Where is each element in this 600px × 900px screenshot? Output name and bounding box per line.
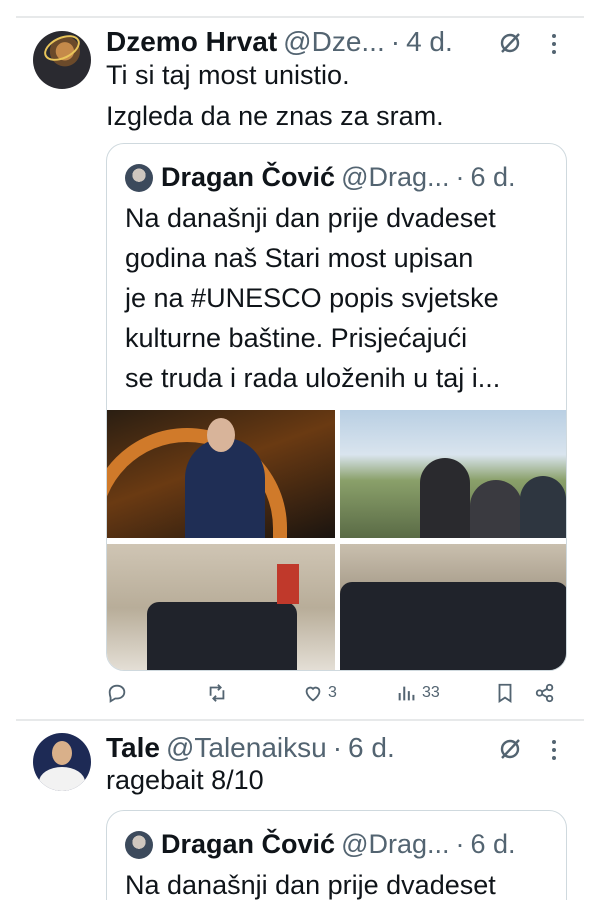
quote-header: Dragan Čović @Drag... · 6 d. bbox=[125, 829, 516, 860]
separator-dot: · bbox=[455, 829, 465, 859]
repost-icon bbox=[209, 684, 225, 702]
quote-timestamp: 6 d. bbox=[470, 162, 516, 192]
timestamp[interactable]: 4 d. bbox=[406, 26, 453, 58]
quote-author-name: Dragan Čović bbox=[161, 162, 336, 192]
photo-speech-at-bridge[interactable] bbox=[107, 410, 335, 538]
quote-header: Dragan Čović @Drag... · 6 d. bbox=[125, 162, 516, 193]
tweet-text: ragebait 8/10 bbox=[106, 760, 264, 801]
quote-text-line: se truda i rada uloženih u taj i... bbox=[125, 363, 501, 393]
tweet-actions: 3 33 bbox=[106, 682, 558, 712]
quote-avatar bbox=[125, 163, 153, 192]
photo-group-at-ruins[interactable] bbox=[107, 544, 335, 670]
reply-icon bbox=[108, 684, 126, 703]
quote-author-handle: @Drag... bbox=[341, 162, 450, 192]
views-icon bbox=[398, 686, 415, 701]
tweet-text-line: Izgleda da ne znas za sram. bbox=[106, 101, 444, 131]
views-count: 33 bbox=[422, 684, 440, 701]
quote-timestamp: 6 d. bbox=[470, 829, 516, 859]
quote-text: Na današnji dan prije dvadeset godina na… bbox=[125, 198, 565, 398]
quote-text-line: je na #UNESCO popis svjetske bbox=[125, 283, 499, 313]
views-button[interactable]: 33 bbox=[396, 682, 440, 704]
share-icon bbox=[535, 683, 554, 703]
more-options-icon[interactable] bbox=[549, 737, 559, 768]
reply-button[interactable] bbox=[106, 682, 132, 704]
quote-text-line: Na današnji dan prije dvadeset bbox=[125, 870, 496, 900]
author-handle[interactable]: @Dze... bbox=[283, 26, 385, 58]
quote-text-line: Na današnji dan prije dvadeset bbox=[125, 203, 496, 233]
top-divider bbox=[16, 16, 584, 18]
bookmark-icon bbox=[498, 683, 512, 703]
share-button[interactable] bbox=[534, 682, 556, 704]
tweet-header: Dzemo Hrvat @Dze... · 4 d. bbox=[106, 26, 453, 58]
quote-author-handle: @Drag... bbox=[341, 829, 450, 859]
quote-text: Na današnji dan prije dvadeset bbox=[125, 865, 565, 900]
tweet-text: Ti si taj most unistio. Izgleda da ne zn… bbox=[106, 55, 444, 137]
quote-text-line: kulturne baštine. Prisjećajući bbox=[125, 323, 468, 353]
tweet-text-line: Ti si taj most unistio. bbox=[106, 60, 350, 90]
author-name[interactable]: Dzemo Hrvat bbox=[106, 26, 277, 58]
repost-button[interactable] bbox=[206, 682, 232, 704]
separator-dot: · bbox=[455, 162, 465, 192]
quote-text-line: godina naš Stari most upisan bbox=[125, 243, 474, 273]
photo-men-by-river[interactable] bbox=[340, 410, 566, 538]
quote-author-name: Dragan Čović bbox=[161, 829, 336, 859]
quote-avatar bbox=[125, 830, 153, 859]
quoted-tweet[interactable]: Dragan Čović @Drag... · 6 d. Na današnji… bbox=[106, 143, 567, 671]
tweet-divider bbox=[16, 719, 584, 721]
quoted-tweet[interactable]: Dragan Čović @Drag... · 6 d. Na današnji… bbox=[106, 810, 567, 900]
like-count: 3 bbox=[328, 684, 337, 701]
avatar[interactable] bbox=[33, 31, 91, 89]
separator-dot: · bbox=[332, 732, 343, 763]
photo-grid bbox=[107, 410, 566, 670]
grok-icon[interactable] bbox=[497, 736, 523, 767]
tweet-text-line: ragebait 8/10 bbox=[106, 765, 264, 795]
photo-crowd-delegation[interactable] bbox=[340, 544, 566, 670]
avatar[interactable] bbox=[33, 733, 91, 791]
like-icon bbox=[305, 686, 321, 702]
timestamp[interactable]: 6 d. bbox=[348, 732, 395, 764]
like-button[interactable]: 3 bbox=[302, 682, 337, 704]
separator-dot: · bbox=[390, 26, 401, 57]
more-options-icon[interactable] bbox=[549, 31, 559, 62]
grok-icon[interactable] bbox=[497, 30, 523, 61]
bookmark-button[interactable] bbox=[494, 682, 516, 704]
